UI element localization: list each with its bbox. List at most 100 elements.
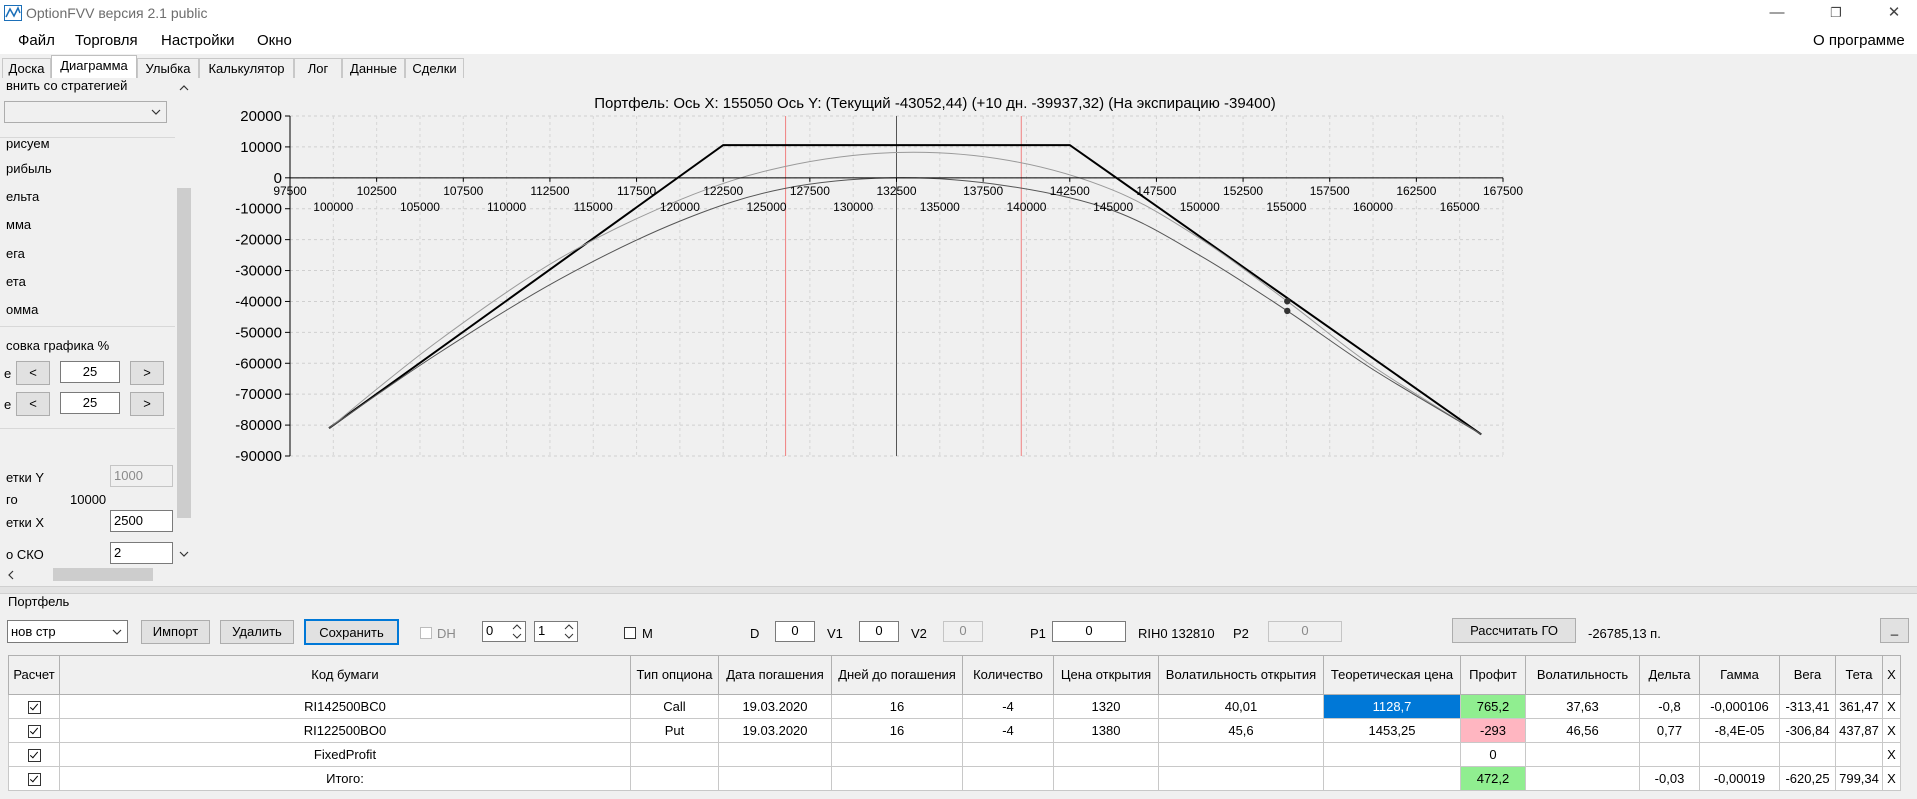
m-checkbox[interactable] — [624, 627, 636, 639]
strategy-select[interactable]: нов стр — [7, 620, 128, 643]
grid-x-input[interactable]: 2500 — [110, 510, 173, 532]
tab-data[interactable]: Данные — [342, 58, 405, 78]
table-cell[interactable] — [630, 742, 719, 767]
p1-input[interactable]: 0 — [1052, 621, 1126, 642]
scale-2-decrease-button[interactable]: < — [16, 392, 50, 416]
table-cell[interactable]: X — [1882, 742, 1901, 767]
table-cell[interactable]: -306,84 — [1779, 718, 1836, 743]
table-cell[interactable]: RI142500BC0 — [59, 694, 631, 719]
calc-checkbox[interactable] — [27, 725, 41, 739]
table-cell[interactable] — [718, 742, 832, 767]
close-window-icon[interactable]: ✕ — [1871, 0, 1917, 28]
scroll-down-icon[interactable] — [179, 550, 189, 558]
col-header[interactable]: Дата погашения — [718, 655, 832, 695]
col-header[interactable]: Код бумаги — [59, 655, 631, 695]
menu-trading[interactable]: Торговля — [75, 32, 138, 49]
table-cell[interactable] — [962, 766, 1054, 791]
draw-gamma-option[interactable]: мма — [6, 217, 31, 232]
table-cell[interactable]: 37,63 — [1525, 694, 1640, 719]
table-cell[interactable] — [831, 742, 963, 767]
table-cell[interactable]: 1320 — [1053, 694, 1159, 719]
table-cell[interactable]: Call — [630, 694, 719, 719]
table-cell[interactable]: 765,2 — [1460, 694, 1526, 719]
table-cell[interactable]: -313,41 — [1779, 694, 1836, 719]
left-panel-vscrollbar[interactable] — [175, 78, 193, 566]
menu-window[interactable]: Окно — [257, 32, 292, 49]
col-header[interactable]: Профит — [1460, 655, 1526, 695]
table-cell[interactable] — [962, 742, 1054, 767]
scale-1-increase-button[interactable]: > — [130, 361, 164, 385]
table-cell[interactable] — [1158, 766, 1324, 791]
col-header[interactable]: Теоретическая цена — [1323, 655, 1461, 695]
table-cell[interactable]: -8,4E-05 — [1699, 718, 1780, 743]
calc-checkbox[interactable] — [27, 749, 41, 763]
table-cell[interactable] — [1323, 742, 1461, 767]
table-cell[interactable]: -4 — [962, 718, 1054, 743]
table-cell[interactable] — [831, 766, 963, 791]
table-cell[interactable]: 16 — [831, 694, 963, 719]
menu-about[interactable]: О программе — [1813, 32, 1905, 49]
profit-diagram[interactable]: 20000 100000 -10000 -20000 -30000 -40000 -5000… — [193, 78, 1917, 586]
scroll-left-icon[interactable] — [7, 570, 15, 580]
table-cell[interactable] — [8, 694, 60, 719]
table-cell[interactable]: 1128,7 — [1323, 694, 1461, 719]
table-cell[interactable]: -620,25 — [1779, 766, 1836, 791]
table-cell[interactable]: 799,34 — [1835, 766, 1883, 791]
collapse-panel-button[interactable]: _ — [1880, 618, 1909, 643]
save-button[interactable]: Сохранить — [304, 619, 399, 645]
table-cell[interactable]: 16 — [831, 718, 963, 743]
table-cell[interactable]: 472,2 — [1460, 766, 1526, 791]
table-cell[interactable]: 437,87 — [1835, 718, 1883, 743]
table-row[interactable]: Итого: 472,2 -0,03 -0,00019 -620,25 799,34 X — [8, 766, 1901, 791]
scrollbar-thumb[interactable] — [177, 188, 191, 518]
table-cell[interactable]: 1380 — [1053, 718, 1159, 743]
col-header[interactable]: Тип опциона — [630, 655, 719, 695]
tab-diagram[interactable]: Диаграмма — [51, 55, 137, 79]
draw-profit-option[interactable]: рибыль — [6, 161, 52, 176]
dh-checkbox[interactable] — [420, 627, 432, 639]
col-header[interactable]: Волатильность — [1525, 655, 1640, 695]
table-cell[interactable] — [1525, 742, 1640, 767]
spin-1-arrows-icon[interactable] — [511, 623, 523, 640]
table-cell[interactable]: Итого: — [59, 766, 631, 791]
table-cell[interactable]: 0,77 — [1639, 718, 1700, 743]
scale-1-input[interactable]: 25 — [60, 361, 120, 383]
table-cell[interactable] — [8, 718, 60, 743]
left-panel-hscrollbar[interactable] — [0, 566, 175, 583]
panel-splitter[interactable] — [0, 586, 1917, 594]
table-cell[interactable]: -293 — [1460, 718, 1526, 743]
col-header[interactable]: Вега — [1779, 655, 1836, 695]
col-header[interactable]: Цена открытия — [1053, 655, 1159, 695]
table-cell[interactable]: 361,47 — [1835, 694, 1883, 719]
d-input[interactable]: 0 — [775, 621, 815, 642]
table-cell[interactable] — [8, 766, 60, 791]
table-cell[interactable] — [1158, 742, 1324, 767]
table-cell[interactable] — [1639, 742, 1700, 767]
table-cell[interactable] — [8, 742, 60, 767]
draw-vega-option[interactable]: ега — [6, 246, 25, 261]
calc-checkbox[interactable] — [27, 773, 41, 787]
col-header[interactable]: Дней до погашения — [831, 655, 963, 695]
menu-settings[interactable]: Настройки — [161, 32, 235, 49]
draw-vomma-option[interactable]: омма — [6, 302, 38, 317]
table-cell[interactable] — [1835, 742, 1883, 767]
calc-checkbox[interactable] — [27, 701, 41, 715]
table-cell[interactable]: 19.03.2020 — [718, 694, 832, 719]
table-cell[interactable]: -0,000106 — [1699, 694, 1780, 719]
table-cell[interactable]: 40,01 — [1158, 694, 1324, 719]
v1-input[interactable]: 0 — [859, 621, 899, 642]
tab-board[interactable]: Доска — [2, 58, 51, 78]
col-header[interactable]: Гамма — [1699, 655, 1780, 695]
table-row[interactable]: RI142500BC0 Call 19.03.2020 16 -4 1320 40,01 11… — [8, 694, 1901, 719]
draw-delta-option[interactable]: ельта — [6, 189, 39, 204]
delete-button[interactable]: Удалить — [220, 620, 294, 644]
col-header[interactable]: Тета — [1835, 655, 1883, 695]
table-cell[interactable]: 1453,25 — [1323, 718, 1461, 743]
table-cell[interactable] — [1053, 742, 1159, 767]
import-button[interactable]: Импорт — [141, 620, 210, 644]
table-cell[interactable] — [1699, 742, 1780, 767]
col-header[interactable]: X — [1882, 655, 1901, 695]
compare-strategy-select[interactable] — [4, 101, 167, 123]
spin-2-arrows-icon[interactable] — [563, 623, 575, 640]
col-header[interactable]: Дельта — [1639, 655, 1700, 695]
